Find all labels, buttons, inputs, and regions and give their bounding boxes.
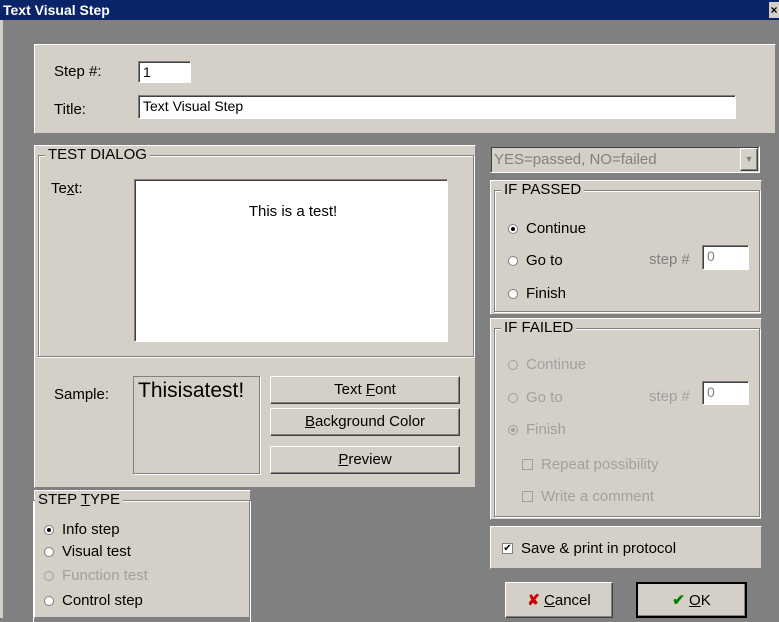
close-icon[interactable]: × — [769, 2, 779, 18]
radio-function-test: Function test — [44, 567, 148, 584]
save-print-checkbox[interactable]: ✔ Save & print in protocol — [502, 540, 676, 557]
checkbox-box — [522, 459, 533, 470]
if-passed-panel: IF PASSED Continue Go to step # 0 Finish — [490, 180, 762, 315]
radio-dot — [508, 288, 518, 299]
if-failed-goto: Go to — [508, 389, 563, 406]
write-comment-checkbox: Write a comment — [522, 488, 654, 505]
test-dialog-legend: TEST DIALOG — [45, 146, 150, 164]
radio-dot — [44, 524, 54, 535]
save-print-label: Save & print in protocol — [521, 540, 677, 557]
radio-dot — [44, 570, 54, 581]
if-passed-finish[interactable]: Finish — [508, 285, 566, 302]
radio-label: Finish — [526, 285, 567, 302]
radio-label: Continue — [526, 220, 587, 237]
chevron-down-icon[interactable]: ▼ — [740, 148, 758, 171]
radio-dot — [44, 595, 54, 606]
text-font-button[interactable]: Text Font — [270, 376, 460, 404]
cancel-button[interactable]: ✘ Cancel — [505, 582, 613, 618]
radio-info-step[interactable]: Info step — [44, 521, 120, 538]
result-mode-value: YES=passed, NO=failed — [494, 151, 657, 168]
step-number-field[interactable]: 1 — [138, 61, 191, 83]
sample-text: Thisisatest! — [138, 379, 245, 402]
ok-check-icon: ✔ — [672, 592, 685, 609]
if-failed-finish: Finish — [508, 421, 566, 438]
step-type-panel: STEP TYPE Info step Visual test Function… — [32, 490, 251, 622]
radio-label: Visual test — [62, 543, 131, 560]
window-titlebar: Text Visual Step × — [0, 0, 779, 20]
dialog-text-area[interactable]: This is a test! — [134, 179, 448, 342]
if-passed-step-field[interactable]: 0 — [702, 245, 749, 270]
radio-dot — [508, 255, 518, 266]
checkbox-box — [522, 491, 533, 502]
checkbox-label: Write a comment — [541, 488, 655, 505]
sample-divider — [38, 357, 474, 358]
if-failed-legend: IF FAILED — [501, 319, 577, 337]
radio-label: Info step — [62, 521, 120, 538]
if-passed-legend: IF PASSED — [501, 181, 585, 199]
checkbox-label: Repeat possibility — [541, 456, 659, 473]
sample-preview-box: Thisisatest! — [133, 376, 260, 474]
radio-dot — [508, 359, 518, 370]
if-failed-step-field: 0 — [702, 381, 749, 405]
radio-label: Go to — [526, 389, 563, 406]
step-number-label: Step #: — [54, 63, 102, 80]
radio-dot — [44, 546, 54, 557]
test-dialog-panel: TEST DIALOG Text: This is a test! Sample… — [34, 145, 476, 488]
radio-label: Go to — [526, 252, 563, 269]
header-panel: Step #: 1 Title: Text Visual Step — [34, 44, 776, 134]
window-left-edge — [0, 20, 3, 618]
repeat-possibility-checkbox: Repeat possibility — [522, 456, 659, 473]
radio-label: Finish — [526, 421, 567, 438]
sample-label: Sample: — [54, 386, 110, 403]
if-passed-continue[interactable]: Continue — [508, 220, 586, 237]
preview-button[interactable]: Preview — [270, 446, 460, 474]
radio-label: Continue — [526, 356, 587, 373]
radio-label: Function test — [62, 567, 148, 584]
dialog-text-value: This is a test! — [248, 203, 338, 220]
radio-dot — [508, 392, 518, 403]
text-label: Text: — [51, 180, 83, 197]
title-field[interactable]: Text Visual Step — [138, 95, 736, 119]
radio-label: Control step — [62, 592, 143, 609]
check-mark-icon: ✔ — [502, 543, 513, 554]
background-color-button[interactable]: Background Color — [270, 408, 460, 436]
save-print-panel: ✔ Save & print in protocol — [490, 526, 762, 569]
radio-control-step[interactable]: Control step — [44, 592, 143, 609]
radio-dot — [508, 223, 518, 234]
window-title: Text Visual Step — [3, 2, 110, 18]
cancel-x-icon: ✘ — [527, 592, 540, 609]
title-label: Title: — [54, 101, 86, 118]
radio-dot — [508, 424, 518, 435]
if-failed-continue: Continue — [508, 356, 586, 373]
if-passed-step-label: step # — [649, 251, 690, 268]
step-type-legend: STEP TYPE — [35, 491, 123, 509]
if-failed-step-label: step # — [649, 388, 690, 405]
result-mode-select[interactable]: YES=passed, NO=failed ▼ — [490, 146, 760, 173]
if-passed-goto[interactable]: Go to — [508, 252, 563, 269]
ok-button[interactable]: ✔ OK — [636, 582, 747, 618]
if-failed-panel: IF FAILED Continue Go to step # 0 Finish… — [490, 318, 762, 520]
radio-visual-test[interactable]: Visual test — [44, 543, 131, 560]
